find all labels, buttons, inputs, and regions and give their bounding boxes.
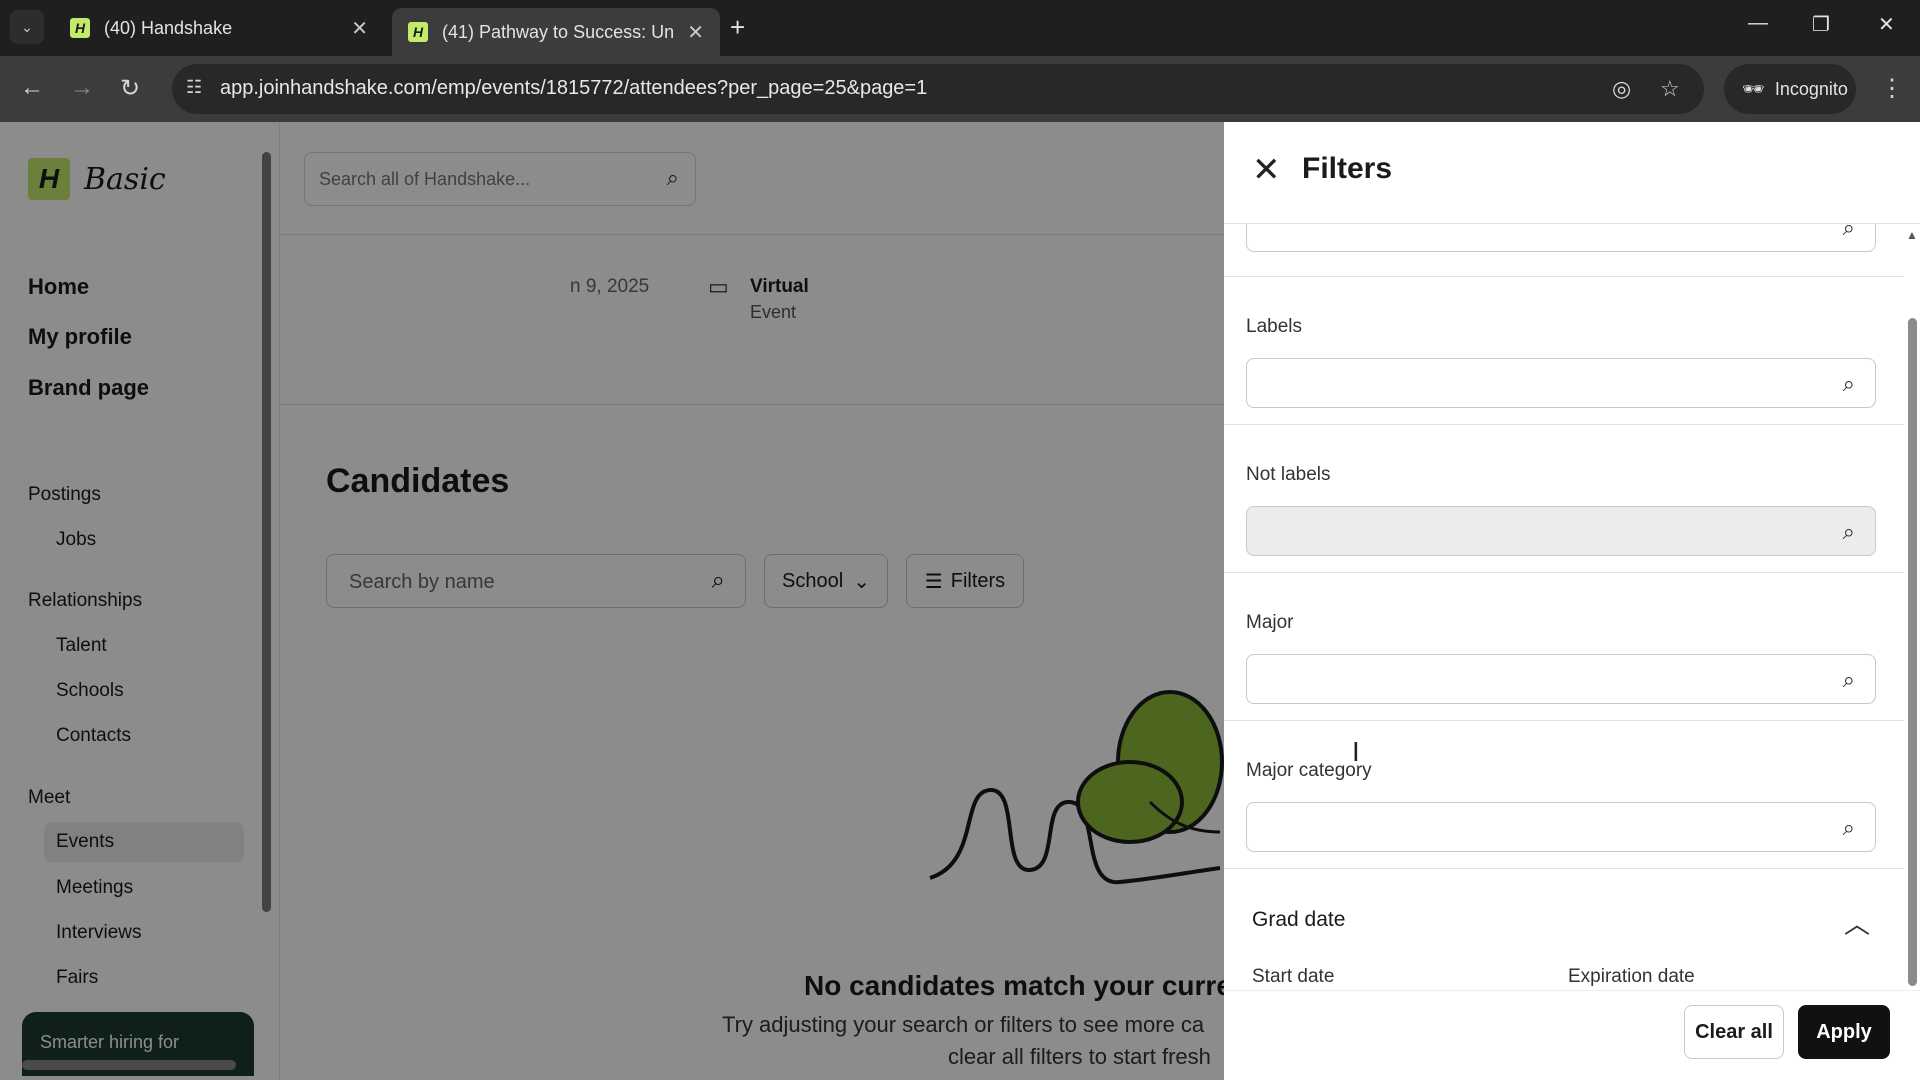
search-icon[interactable]: ⌕ [1843,815,1855,841]
apply-button[interactable]: Apply [1798,1005,1890,1059]
site-info-icon[interactable]: ☷ [186,77,202,98]
minimize-icon[interactable]: — [1748,12,1768,35]
start-date-label: Start date [1252,966,1335,987]
modal-backdrop[interactable] [0,122,1224,1080]
browser-tab-handshake[interactable]: H (40) Handshake ✕ [54,8,384,48]
incognito-icon: 🕶 [1742,78,1765,99]
filters-drawer-header: ✕ Filters [1224,122,1920,224]
close-tab-icon[interactable]: ✕ [687,20,704,45]
search-icon[interactable]: ⌕ [1843,519,1855,545]
search-icon[interactable]: ⌕ [1843,667,1855,693]
not-labels-field-label: Not labels [1246,464,1331,485]
filters-drawer: ✕ Filters ⌕ Labels ⌕ Not labels ⌕ Major … [1224,122,1920,1080]
back-arrow-icon[interactable]: ← [20,74,44,102]
tab-list-button[interactable]: ⌄ [10,10,44,44]
divider [1224,720,1904,721]
page-content: H Basic Home My profile Brand page Posti… [0,122,1920,1080]
search-icon[interactable]: ⌕ [1843,224,1855,241]
labels-input[interactable]: ⌕ [1246,358,1876,408]
text-cursor-icon: I [1352,738,1360,768]
previous-filter-input[interactable]: ⌕ [1246,224,1876,252]
major-field-label: Major [1246,612,1294,633]
incognito-label: Incognito [1774,78,1848,99]
divider [1224,424,1904,425]
divider [1224,868,1904,869]
major-input[interactable]: ⌕ [1246,654,1876,704]
filters-title: Filters [1302,152,1393,185]
filters-drawer-footer: Clear all Apply [1224,990,1920,1080]
browser-menu-icon[interactable]: ⋮ [1880,74,1904,103]
handshake-favicon-icon: H [408,22,428,42]
drawer-scrollbar[interactable] [1908,318,1917,986]
browser-tab-bar: ⌄ H (40) Handshake ✕ H (41) Pathway to S… [0,0,1920,56]
tab-title: (40) Handshake [104,17,233,38]
close-window-icon[interactable]: ✕ [1878,12,1895,37]
expiration-date-label: Expiration date [1568,966,1695,987]
clear-all-button[interactable]: Clear all [1684,1005,1784,1059]
divider [1224,276,1904,277]
close-tab-icon[interactable]: ✕ [351,16,368,41]
url-text[interactable]: app.joinhandshake.com/emp/events/1815772… [220,77,927,100]
reload-icon[interactable]: ↻ [120,74,140,103]
grad-date-section-title[interactable]: Grad date [1252,908,1345,932]
not-labels-input[interactable]: ⌕ [1246,506,1876,556]
tab-title: (41) Pathway to Success: Univer [442,21,675,42]
browser-tab-pathway[interactable]: H (41) Pathway to Success: Univer ✕ [392,8,720,56]
filters-drawer-body: ⌕ Labels ⌕ Not labels ⌕ Major ⌕ Major ca… [1224,224,1904,990]
incognito-indicator[interactable]: 🕶 Incognito [1724,64,1856,114]
restore-icon[interactable]: ❐ [1812,12,1830,37]
forward-arrow-icon[interactable]: → [70,74,94,102]
major-category-input[interactable]: ⌕ [1246,802,1876,852]
new-tab-plus-icon[interactable]: + [730,12,745,43]
address-bar[interactable]: ☷ app.joinhandshake.com/emp/events/18157… [172,64,1704,114]
bookmark-star-icon[interactable]: ☆ [1660,76,1680,102]
scroll-up-arrow-icon[interactable]: ▲ [1906,228,1918,242]
chevron-up-icon[interactable]: ︿ [1844,904,1870,941]
handshake-favicon-icon: H [70,18,90,38]
search-icon[interactable]: ⌕ [1843,371,1855,397]
close-icon[interactable]: ✕ [1252,150,1281,190]
divider [1224,572,1904,573]
labels-field-label: Labels [1246,316,1302,337]
eye-off-icon[interactable]: ◎ [1612,76,1631,102]
browser-toolbar: ← → ↻ ☷ app.joinhandshake.com/emp/events… [0,56,1920,122]
